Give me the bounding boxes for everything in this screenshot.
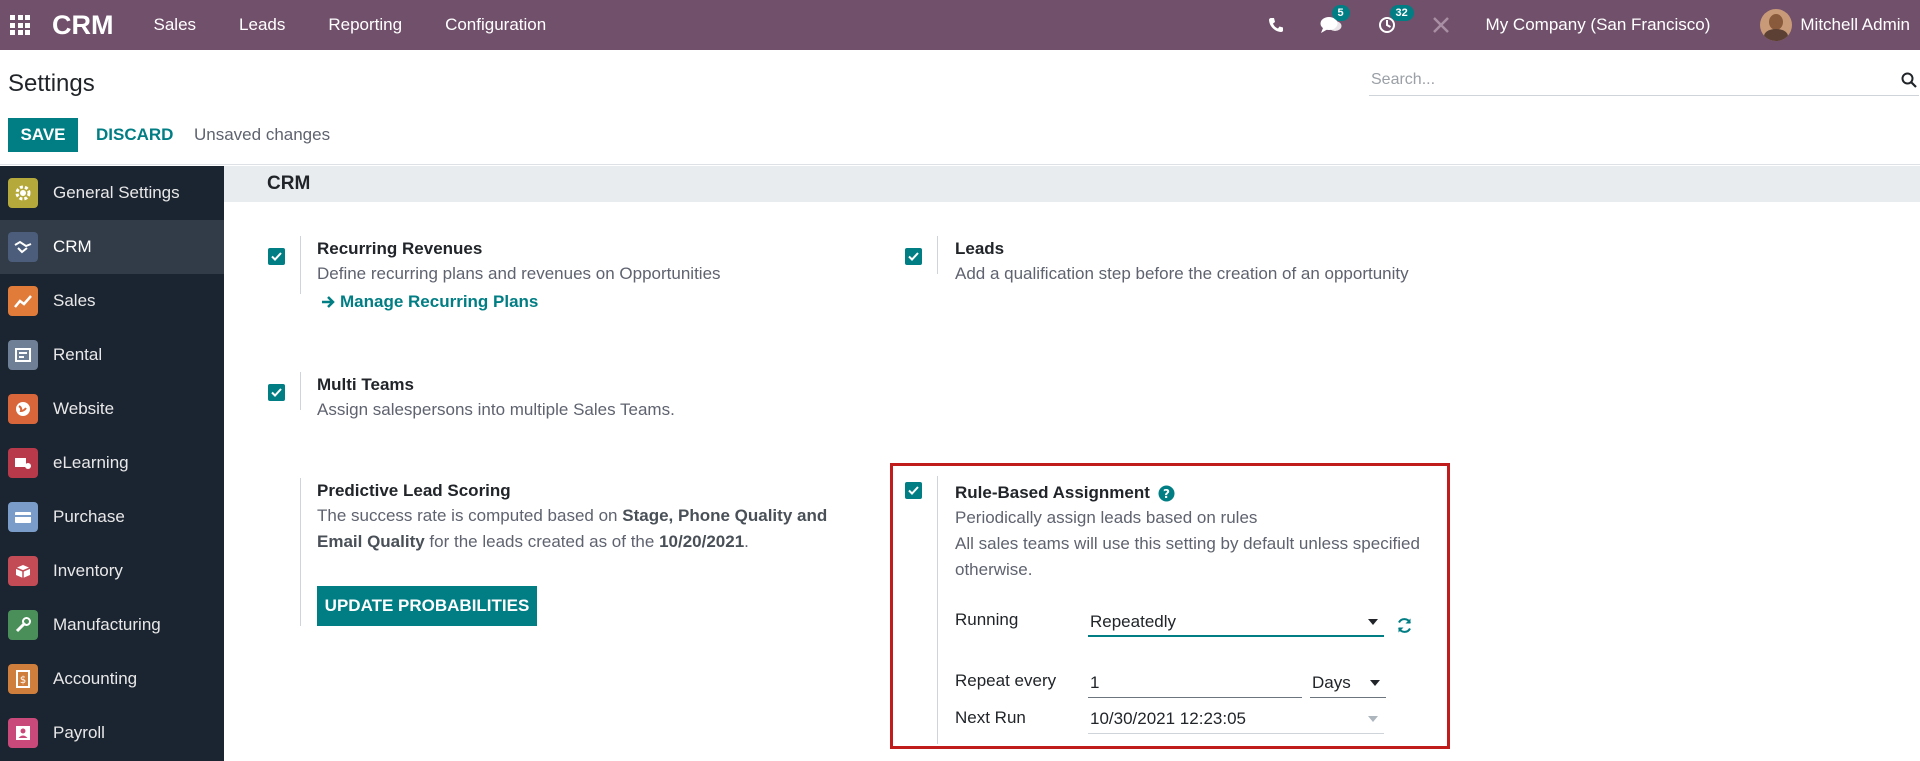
- user-menu[interactable]: Mitchell Admin: [1800, 15, 1910, 35]
- search-icon[interactable]: [1901, 72, 1917, 93]
- recurring-revenues-title: Recurring Revenues: [317, 239, 483, 258]
- debug-tools-icon[interactable]: [1432, 16, 1450, 34]
- top-navbar: CRM Sales Leads Reporting Configuration …: [0, 0, 1920, 50]
- settings-main: CRM Recurring Revenues Define recurring …: [224, 166, 1920, 761]
- next-run-label: Next Run: [955, 708, 1026, 727]
- payroll-icon: [8, 718, 38, 748]
- help-icon[interactable]: ?: [1158, 485, 1175, 502]
- control-panel: Settings SAVE DISCARD Unsaved changes: [0, 50, 1920, 165]
- recurring-revenues-desc: Define recurring plans and revenues on O…: [317, 264, 721, 283]
- sidebar-item-accounting[interactable]: $ Accounting: [0, 652, 224, 706]
- company-switcher[interactable]: My Company (San Francisco): [1486, 15, 1711, 35]
- messages-icon[interactable]: 5: [1320, 5, 1350, 34]
- apps-menu-icon[interactable]: [0, 0, 40, 50]
- globe-icon: [8, 394, 38, 424]
- svg-text:$: $: [20, 675, 26, 686]
- sidebar-item-label: Manufacturing: [53, 615, 161, 634]
- arrow-right-icon: [321, 295, 336, 309]
- section-title-crm: CRM: [224, 166, 1920, 202]
- rule-based-assignment-checkbox[interactable]: [905, 482, 922, 499]
- sidebar-item-elearning[interactable]: eLearning: [0, 436, 224, 490]
- sidebar-item-label: General Settings: [53, 183, 180, 202]
- menu-leads[interactable]: Leads: [239, 15, 285, 35]
- sidebar-item-label: Inventory: [53, 561, 123, 580]
- app-brand[interactable]: CRM: [52, 10, 114, 41]
- leads-title: Leads: [955, 239, 1005, 258]
- unsaved-status: Unsaved changes: [194, 125, 331, 144]
- menu-sales[interactable]: Sales: [154, 15, 197, 35]
- divider: [937, 236, 938, 274]
- wrench-icon: [8, 610, 38, 640]
- search-input[interactable]: [1369, 66, 1869, 94]
- multi-teams-title: Multi Teams: [317, 375, 414, 394]
- running-label: Running: [955, 610, 1019, 629]
- rule-based-assignment-note: All sales teams will use this setting by…: [955, 534, 1420, 579]
- leads-checkbox[interactable]: [905, 248, 922, 265]
- user-avatar[interactable]: [1760, 9, 1793, 41]
- handshake-icon: [8, 232, 38, 262]
- card-icon: [8, 502, 38, 532]
- invoice-icon: $: [8, 664, 38, 694]
- sidebar-item-purchase[interactable]: Purchase: [0, 490, 224, 544]
- sidebar-item-website[interactable]: Website: [0, 382, 224, 436]
- link-label: Manage Recurring Plans: [340, 292, 539, 311]
- sidebar-item-label: eLearning: [53, 453, 129, 472]
- svg-text:?: ?: [1163, 487, 1170, 501]
- sidebar-item-rental[interactable]: Rental: [0, 328, 224, 382]
- sidebar-item-label: Website: [53, 399, 115, 418]
- page-title: Settings: [8, 70, 95, 97]
- leads-desc: Add a qualification step before the crea…: [955, 264, 1409, 283]
- repeat-every-label: Repeat every: [955, 671, 1057, 690]
- sidebar-item-label: Payroll: [53, 723, 105, 742]
- chevron-down-icon: [1370, 680, 1380, 686]
- chevron-down-icon: [1368, 619, 1378, 625]
- running-select[interactable]: Repeatedly: [1088, 607, 1384, 637]
- sidebar-item-crm[interactable]: CRM: [0, 220, 224, 274]
- box-icon: [8, 556, 38, 586]
- divider: [300, 478, 301, 626]
- recurring-revenues-checkbox[interactable]: [268, 248, 285, 265]
- chevron-down-icon: [1368, 716, 1378, 722]
- sidebar-item-label: CRM: [53, 237, 92, 256]
- phone-icon[interactable]: [1268, 17, 1284, 33]
- search-bar: [1369, 66, 1919, 96]
- activities-count-badge: 32: [1389, 5, 1414, 21]
- menu-reporting[interactable]: Reporting: [328, 15, 402, 35]
- activities-icon[interactable]: 32: [1378, 5, 1414, 34]
- sidebar-item-general-settings[interactable]: General Settings: [0, 166, 224, 220]
- sidebar-item-label: Purchase: [53, 507, 125, 526]
- rule-based-assignment-desc: Periodically assign leads based on rules: [955, 508, 1258, 527]
- menu-configuration[interactable]: Configuration: [445, 15, 546, 35]
- predictive-lead-scoring-title: Predictive Lead Scoring: [317, 481, 511, 500]
- multi-teams-checkbox[interactable]: [268, 384, 285, 401]
- manage-recurring-plans-link[interactable]: Manage Recurring Plans: [321, 292, 538, 312]
- divider: [300, 372, 301, 410]
- repeat-unit-select[interactable]: Days: [1310, 668, 1386, 698]
- messages-count-badge: 5: [1331, 5, 1350, 21]
- sidebar-item-sales[interactable]: Sales: [0, 274, 224, 328]
- sidebar-item-manufacturing[interactable]: Manufacturing: [0, 598, 224, 652]
- rule-based-assignment-title: Rule-Based Assignment ?: [955, 483, 1175, 503]
- next-run-datetime-field[interactable]: 10/30/2021 12:23:05: [1088, 704, 1384, 734]
- chart-icon: [8, 286, 38, 316]
- divider: [300, 236, 301, 294]
- sidebar-item-label: Sales: [53, 291, 96, 310]
- update-probabilities-button[interactable]: UPDATE PROBABILITIES: [317, 586, 537, 626]
- gear-icon: [8, 178, 38, 208]
- sidebar-item-label: Accounting: [53, 669, 138, 688]
- elearning-icon: [8, 448, 38, 478]
- multi-teams-desc: Assign salespersons into multiple Sales …: [317, 400, 675, 419]
- repeat-interval-input[interactable]: 1: [1088, 668, 1302, 698]
- sidebar-item-payroll[interactable]: Payroll: [0, 706, 224, 760]
- settings-sidebar: General Settings CRM Sales Rental Websit…: [0, 166, 224, 761]
- refresh-icon[interactable]: [1396, 617, 1413, 634]
- sidebar-item-inventory[interactable]: Inventory: [0, 544, 224, 598]
- discard-button[interactable]: DISCARD: [86, 118, 183, 152]
- save-button[interactable]: SAVE: [8, 118, 78, 152]
- rental-icon: [8, 340, 38, 370]
- divider: [937, 476, 938, 744]
- predictive-lead-scoring-desc: The success rate is computed based on St…: [317, 506, 828, 551]
- sidebar-item-label: Rental: [53, 345, 103, 364]
